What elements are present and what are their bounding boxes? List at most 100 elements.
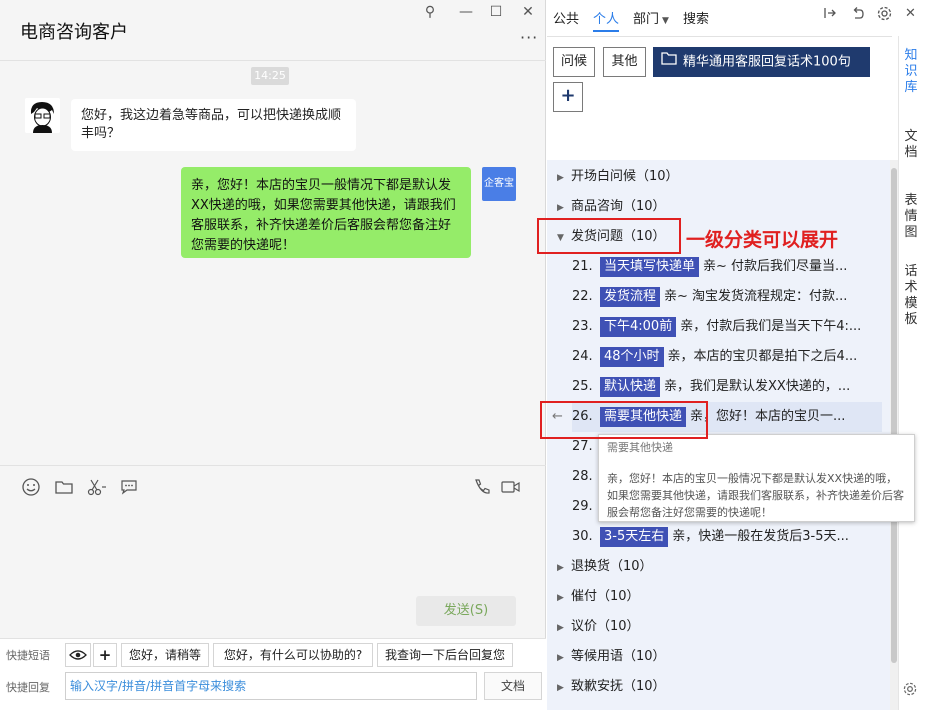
reply-item[interactable]: 30. 3-5天左右 亲，快递一般在发货后3-5天... (572, 522, 882, 552)
undo-icon[interactable] (851, 6, 865, 24)
item-tag: 发货流程 (600, 287, 661, 307)
reply-preview-tooltip: 需要其他快递 亲，您好！本店的宝贝一般情况下都是默认发XX快递的哦，如果您需要其… (598, 434, 915, 522)
item-tag: 默认快递 (600, 377, 661, 397)
item-tag: 3-5天左右 (600, 527, 669, 547)
quick-phrase-3[interactable]: 我查询一下后台回复您 (377, 643, 513, 667)
item-text: 亲~ 淘宝发货流程规定：付款... (664, 289, 848, 304)
tooltip-body: 亲，您好！本店的宝贝一般情况下都是默认发XX快递的哦，如果您需要其他快递，请跟我… (607, 472, 904, 519)
item-tag: 48个小时 (600, 347, 664, 367)
item-number: 23. (572, 319, 593, 334)
reply-item[interactable]: 23. 下午4:00前 亲，付款后我们是当天下午4:... (572, 312, 882, 342)
tag-greeting[interactable]: 问候 (553, 47, 595, 77)
side-tab-document[interactable]: 文档 (900, 129, 922, 161)
caret-right-icon: ▶ (557, 623, 564, 633)
phone-icon[interactable] (472, 477, 494, 497)
more-icon[interactable]: ··· (520, 28, 538, 47)
item-text: 亲，付款后我们是当天下午4:... (680, 319, 862, 334)
tooltip-title: 需要其他快递 (607, 441, 673, 454)
item-number: 29. (572, 499, 593, 514)
category-item[interactable]: ▶ 议价（10） (557, 612, 640, 642)
quick-phrase-2[interactable]: 您好，有什么可以协助的? (213, 643, 373, 667)
settings-icon[interactable] (877, 6, 892, 25)
featured-scripts-label: 精华通用客服回复话术100句 (683, 54, 851, 70)
item-text: 亲，我们是默认发XX快递的，... (664, 379, 851, 394)
close-icon[interactable]: ✕ (518, 4, 538, 20)
reply-item[interactable]: 24. 48个小时 亲，本店的宝贝都是拍下之后4... (572, 342, 882, 372)
reply-item[interactable]: 22. 发货流程 亲~ 淘宝发货流程规定：付款... (572, 282, 882, 312)
quick-phrase-1[interactable]: 您好，请稍等 (121, 643, 209, 667)
tab-search[interactable]: 搜索 (683, 8, 709, 27)
caret-right-icon: ▶ (557, 173, 564, 183)
folder-icon[interactable] (54, 477, 76, 497)
customer-avatar (25, 98, 60, 133)
caret-right-icon: ▶ (557, 683, 564, 693)
quick-reply-search-input[interactable]: 输入汉字/拼音/拼音首字母来搜索 (65, 672, 477, 700)
chat-bubble-icon[interactable] (119, 477, 141, 497)
item-number: 28. (572, 469, 593, 484)
category-item[interactable]: ▶ 退换货（10） (557, 552, 653, 582)
chat-title: 电商咨询客户 (20, 22, 128, 43)
annotation-label: 一级分类可以展开 (686, 229, 839, 251)
add-tag-button[interactable]: + (553, 82, 583, 112)
tag-other[interactable]: 其他 (603, 47, 646, 77)
close-panel-icon[interactable]: ✕ (905, 6, 916, 21)
tab-department[interactable]: 部门 ▼ (633, 8, 669, 27)
eye-icon[interactable] (65, 643, 91, 667)
category-label: 致歉安抚（10） (571, 679, 666, 694)
collapse-icon[interactable] (823, 6, 837, 24)
header-divider (0, 60, 546, 61)
pin-icon[interactable]: ⚲ (420, 4, 440, 20)
category-item[interactable]: ▶ 等候用语（10） (557, 642, 666, 672)
document-button[interactable]: 文档 (484, 672, 542, 700)
agent-avatar: 企客宝 (482, 167, 516, 201)
item-text: 亲，快递一般在发货后3-5天... (672, 529, 849, 544)
chevron-down-icon: ▼ (662, 16, 669, 26)
scissors-icon[interactable] (86, 477, 108, 497)
send-button[interactable]: 发送(S) (416, 596, 516, 626)
reply-item[interactable]: 25. 默认快递 亲，我们是默认发XX快递的，... (572, 372, 882, 402)
tag-featured-scripts[interactable]: 精华通用客服回复话术100句 (653, 47, 870, 77)
category-label: 等候用语（10） (571, 649, 666, 664)
category-label: 议价（10） (571, 619, 640, 634)
tabs-divider (547, 36, 892, 37)
item-number: 22. (572, 289, 593, 304)
item-text: 亲，您好！本店的宝贝一... (690, 409, 846, 424)
category-label: 催付（10） (571, 589, 640, 604)
incoming-message: 您好，我这边着急等商品，可以把快递换成顺丰吗？ (71, 99, 356, 151)
folder-icon (661, 47, 677, 77)
category-label: 退换货（10） (571, 559, 653, 574)
category-item[interactable]: ▶ 开场白问候（10） (557, 162, 679, 192)
video-call-icon[interactable] (500, 477, 522, 497)
category-label: 商品咨询（10） (571, 199, 666, 214)
emoji-icon[interactable] (21, 477, 43, 497)
highlight-box-category (537, 218, 681, 254)
tab-personal[interactable]: 个人 (593, 8, 620, 32)
outgoing-message: 亲，您好！本店的宝贝一般情况下都是默认发XX快递的哦，如果您需要其他快递，请跟我… (181, 167, 471, 258)
reply-item[interactable]: 21. 当天填写快递单 亲~ 付款后我们尽量当... (572, 252, 882, 282)
item-text: 亲~ 付款后我们尽量当... (703, 259, 848, 274)
item-tag: 下午4:00前 (600, 317, 677, 337)
scrollbar-thumb[interactable] (891, 168, 897, 663)
item-number: 24. (572, 349, 593, 364)
quick-phrases-label: 快捷短语 (6, 649, 50, 662)
add-phrase-button[interactable]: + (93, 643, 117, 667)
item-number: 30. (572, 529, 593, 544)
side-tab-knowledge[interactable]: 知识库 (900, 48, 922, 96)
highlight-box-item (540, 401, 708, 439)
item-number: 21. (572, 259, 593, 274)
gear-icon[interactable] (903, 682, 917, 700)
maximize-icon[interactable]: ☐ (486, 4, 506, 20)
side-tab-stickers[interactable]: 表情图 (900, 193, 922, 241)
category-label: 开场白问候（10） (571, 169, 679, 184)
tab-public[interactable]: 公共 (553, 8, 579, 27)
tab-department-label: 部门 (633, 12, 660, 27)
message-time: 14:25 (251, 67, 289, 85)
category-item[interactable]: ▶ 致歉安抚（10） (557, 672, 666, 702)
side-tab-templates[interactable]: 话术模板 (900, 264, 922, 328)
caret-right-icon: ▶ (557, 593, 564, 603)
minimize-icon[interactable]: — (456, 4, 476, 20)
caret-right-icon: ▶ (557, 653, 564, 663)
quick-reply-label: 快捷回复 (6, 681, 50, 694)
item-text: 亲，本店的宝贝都是拍下之后4... (667, 349, 858, 364)
category-item[interactable]: ▶ 催付（10） (557, 582, 640, 612)
